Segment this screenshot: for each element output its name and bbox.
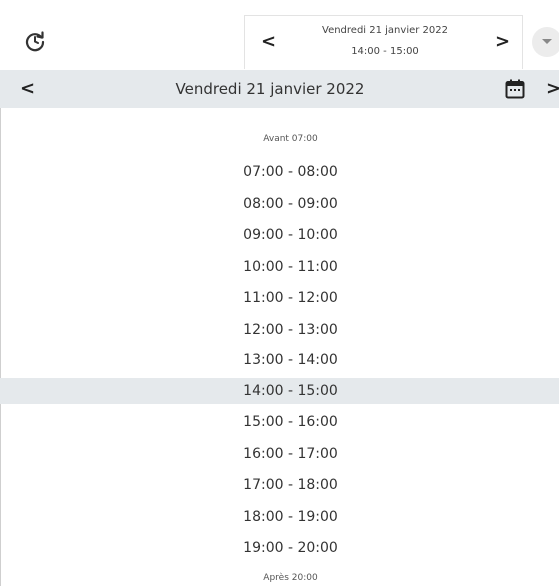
top-bar: < Vendredi 21 janvier 2022 14:00 - 15:00… [0,0,559,70]
datetime-picker[interactable]: < Vendredi 21 janvier 2022 14:00 - 15:00… [244,15,523,69]
picker-time: 14:00 - 15:00 [351,46,419,57]
chevron-down-icon [542,39,552,44]
picker-next-button[interactable]: > [495,33,510,51]
time-slot[interactable]: 07:00 - 08:00 [0,160,559,184]
time-slot[interactable]: 15:00 - 16:00 [0,410,559,434]
time-slot[interactable]: 10:00 - 11:00 [0,255,559,279]
picker-date: Vendredi 21 janvier 2022 [322,25,448,36]
before-hours-label[interactable]: Avant 07:00 [0,134,559,144]
time-slot[interactable]: 12:00 - 13:00 [0,318,559,342]
picker-prev-button[interactable]: < [261,33,276,51]
time-slot[interactable]: 19:00 - 20:00 [0,536,559,560]
time-slot[interactable]: 08:00 - 09:00 [0,192,559,216]
time-slot[interactable]: 16:00 - 17:00 [0,442,559,466]
time-slot[interactable]: 11:00 - 12:00 [0,286,559,310]
dropdown-button[interactable] [532,27,559,57]
time-slot[interactable]: 17:00 - 18:00 [0,473,559,497]
time-slot[interactable]: 18:00 - 19:00 [0,505,559,529]
time-slot[interactable]: 09:00 - 10:00 [0,223,559,247]
day-navigation-bar: < Vendredi 21 janvier 2022 > [0,70,559,108]
time-slot-selected[interactable]: 14:00 - 15:00 [0,378,559,404]
refresh-icon[interactable] [24,30,46,52]
calendar-icon[interactable] [505,79,525,99]
day-title: Vendredi 21 janvier 2022 [175,80,365,98]
time-slot[interactable]: 13:00 - 14:00 [0,348,559,372]
day-prev-button[interactable]: < [20,78,35,99]
after-hours-label[interactable]: Après 20:00 [0,573,559,583]
day-next-button[interactable]: > [546,78,559,99]
